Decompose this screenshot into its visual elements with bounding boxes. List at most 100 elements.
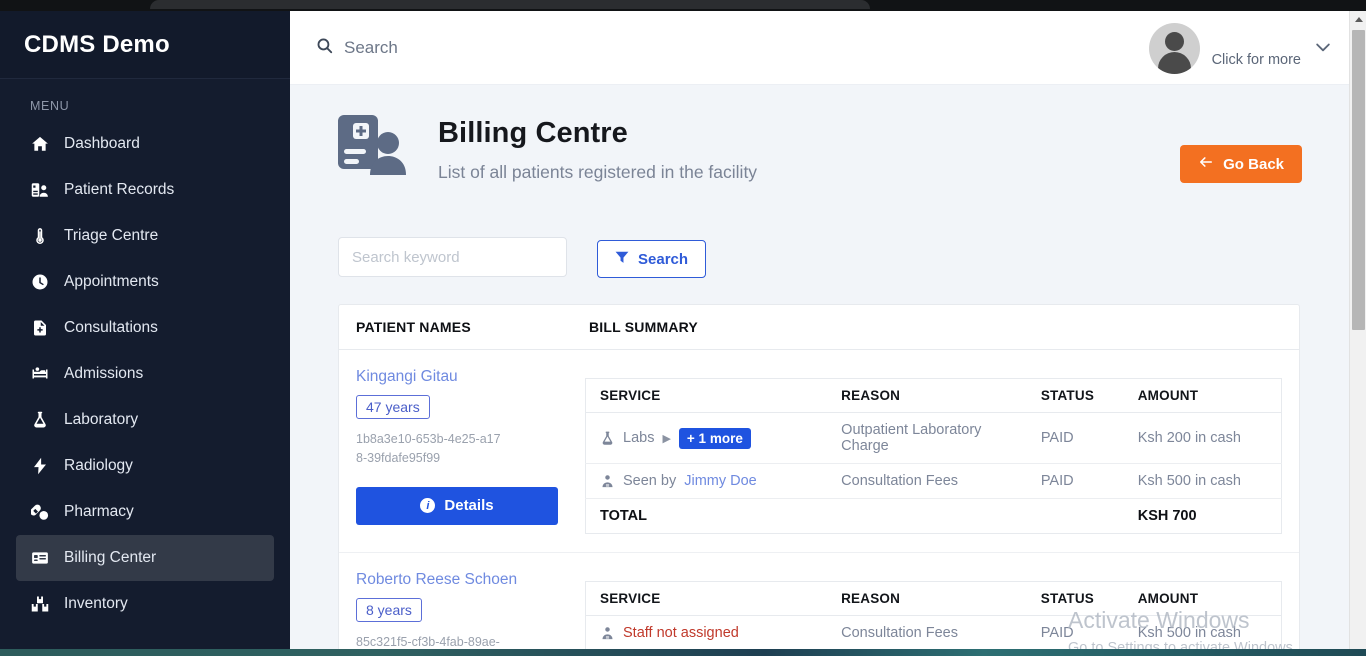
hospital-bed-icon — [30, 364, 50, 384]
bill-row: Staff not assigned Consultation Fees PAID K… — [585, 615, 1282, 651]
bill-amount-cell: Ksh 500 in cash — [1123, 615, 1282, 651]
sidebar-item-label: Billing Center — [64, 549, 157, 566]
bill-service-cell: Labs ▶ + 1 more — [585, 412, 828, 464]
bill-table: SERVICE REASON STATUS AMOUNT Staff not assig… — [585, 581, 1282, 656]
patient-name-link[interactable]: Kingangi Gitau — [356, 368, 568, 386]
scrollbar-thumb[interactable] — [1352, 30, 1365, 330]
more-services-badge[interactable]: + 1 more — [678, 427, 751, 449]
application-window: CDMS Demo MENU Dashboard Patient Records T… — [0, 11, 1366, 656]
sidebar-section-label: MENU — [30, 99, 70, 113]
patient-row: Roberto Reese Schoen 8 years 85c321f5-cf3b… — [339, 553, 1299, 656]
sidebar-item-label: Appointments — [64, 273, 159, 290]
bill-column-amount: AMOUNT — [1123, 378, 1282, 413]
bill-column-status: STATUS — [1026, 378, 1124, 413]
sidebar-item-label: Admissions — [64, 365, 144, 382]
avatar[interactable] — [1148, 23, 1200, 74]
sidebar-item-label: Triage Centre — [64, 227, 159, 244]
patient-details-button[interactable]: i Details — [356, 486, 558, 525]
patient-row: Kingangi Gitau 47 years 1b8a3e10-653b-4e25… — [339, 350, 1299, 553]
bill-service-text: Labs — [623, 430, 655, 446]
patient-rows-container: Kingangi Gitau 47 years 1b8a3e10-653b-4e25… — [339, 350, 1299, 656]
patient-name-link[interactable]: Roberto Reese Schoen — [356, 571, 568, 589]
filter-bar: Search — [338, 237, 707, 278]
sidebar-item-pharmacy[interactable]: Pharmacy — [16, 489, 274, 535]
sidebar-item-label: Dashboard — [64, 135, 140, 152]
global-search-trigger[interactable]: Search — [316, 37, 398, 59]
sidebar-item-label: Laboratory — [64, 411, 139, 428]
search-keyword-input[interactable] — [338, 237, 567, 277]
results-table-header: PATIENT NAMES BILL SUMMARY — [339, 305, 1299, 350]
bill-column-service: SERVICE — [585, 581, 828, 616]
bill-column-service: SERVICE — [585, 378, 828, 413]
sidebar-item-billing-center[interactable]: Billing Center — [16, 535, 274, 581]
bill-total-label: TOTAL — [600, 508, 647, 524]
sidebar-item-label: Pharmacy — [64, 503, 134, 520]
bill-total-spacer-1 — [827, 499, 1027, 534]
bill-status-cell: PAID — [1026, 615, 1124, 651]
bill-service-cell: Staff not assigned — [585, 615, 828, 651]
bill-table: SERVICE REASON STATUS AMOUNT Labs ▶ + 1 more Ou… — [585, 378, 1282, 534]
bill-row: Labs ▶ + 1 more Outpatient Laboratory Charg… — [585, 412, 1282, 464]
scroll-up-arrow-icon[interactable] — [1350, 11, 1366, 28]
bill-row: Seen by Jimmy Doe Consultation Fees PAID Ksh… — [585, 463, 1282, 499]
flask-icon — [600, 431, 615, 446]
column-header-patient-names: PATIENT NAMES — [356, 319, 471, 335]
home-icon — [30, 134, 50, 154]
go-back-label: Go Back — [1223, 155, 1284, 173]
sidebar-item-dashboard[interactable]: Dashboard — [16, 121, 274, 167]
user-menu[interactable]: Click for more — [1148, 23, 1333, 74]
sidebar-item-label: Consultations — [64, 319, 158, 336]
sidebar-item-appointments[interactable]: Appointments — [16, 259, 274, 305]
bill-reason-cell: Outpatient Laboratory Charge — [827, 412, 1027, 464]
filter-search-label: Search — [638, 250, 689, 268]
user-menu-label: Click for more — [1211, 51, 1301, 68]
os-taskbar — [0, 649, 1366, 656]
page-scrollbar[interactable] — [1349, 11, 1366, 656]
bill-total-amount: KSH 700 — [1137, 508, 1197, 524]
info-icon: i — [420, 498, 436, 514]
bill-amount-cell: Ksh 500 in cash — [1123, 463, 1282, 499]
sidebar-item-label: Inventory — [64, 595, 128, 612]
sidebar-item-inventory[interactable]: Inventory — [16, 581, 274, 627]
search-icon — [316, 37, 333, 59]
browser-chrome-strip — [0, 0, 1366, 11]
bill-reason-cell: Consultation Fees — [827, 463, 1027, 499]
bill-service-warning: Staff not assigned — [623, 625, 739, 641]
expand-caret-icon[interactable]: ▶ — [662, 432, 670, 445]
global-search-label: Search — [344, 38, 398, 57]
page-header: Billing Centre List of all patients regi… — [290, 85, 1346, 193]
bill-service-staff-link[interactable]: Jimmy Doe — [684, 473, 757, 489]
arrow-left-icon — [1198, 155, 1214, 173]
pills-icon — [30, 502, 50, 522]
bill-service-text: Seen by — [623, 473, 677, 489]
sidebar-item-consultations[interactable]: Consultations — [16, 305, 274, 351]
bill-total-spacer-2 — [1027, 499, 1124, 534]
page-content: Billing Centre List of all patients regi… — [290, 85, 1346, 656]
chevron-down-icon[interactable] — [1313, 37, 1333, 62]
filter-icon — [615, 250, 629, 268]
bill-column-amount: AMOUNT — [1123, 581, 1282, 616]
page-subtitle: List of all patients registered in the f… — [438, 162, 758, 182]
sidebar-item-patient-records[interactable]: Patient Records — [16, 167, 274, 213]
sidebar-item-label: Patient Records — [64, 181, 175, 198]
flask-icon — [30, 410, 50, 430]
patient-info-cell: Roberto Reese Schoen 8 years 85c321f5-cf3b… — [339, 553, 585, 656]
browser-tab[interactable] — [150, 0, 870, 9]
bill-column-status: STATUS — [1026, 581, 1124, 616]
bill-status-cell: PAID — [1026, 412, 1124, 464]
sidebar-item-laboratory[interactable]: Laboratory — [16, 397, 274, 443]
filter-search-button[interactable]: Search — [597, 240, 707, 278]
patient-age-badge: 8 years — [356, 598, 422, 622]
user-md-icon — [600, 474, 615, 489]
clock-icon — [30, 272, 50, 292]
bill-table-header-row: SERVICE REASON STATUS AMOUNT — [585, 378, 1282, 413]
results-table-card: PATIENT NAMES BILL SUMMARY Kingangi Gita… — [338, 304, 1300, 656]
patient-details-label: Details — [444, 497, 494, 515]
sidebar-item-admissions[interactable]: Admissions — [16, 351, 274, 397]
boxes-icon — [30, 594, 50, 614]
go-back-button[interactable]: Go Back — [1180, 145, 1302, 183]
sidebar-item-triage-centre[interactable]: Triage Centre — [16, 213, 274, 259]
bill-service-cell: Seen by Jimmy Doe — [585, 463, 828, 499]
sidebar-item-label: Radiology — [64, 457, 133, 474]
sidebar-item-radiology[interactable]: Radiology — [16, 443, 274, 489]
